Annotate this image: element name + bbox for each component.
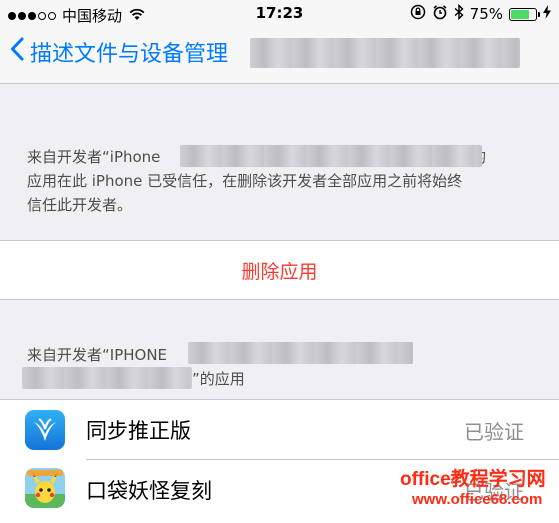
delete-apps-label: 删除应用: [241, 260, 318, 283]
redacted-developer-id-2: [188, 342, 413, 364]
watermark-title: office教程学习网: [400, 469, 546, 490]
redacted-title: [250, 38, 520, 68]
list-item[interactable]: 同步推正版 已验证: [0, 400, 559, 460]
app-status: 已验证: [464, 419, 524, 444]
redacted-developer-id-3: [22, 367, 192, 389]
orientation-lock-icon: [410, 4, 426, 24]
watermark: office教程学习网 www.office68.com: [400, 470, 546, 510]
trusted-line-2: 应用在此 iPhone 已受信任，在删除该开发者全部应用之前将始终: [27, 172, 463, 190]
delete-apps-button[interactable]: 删除应用: [0, 240, 559, 300]
charging-icon: [543, 5, 551, 23]
alarm-icon: [432, 4, 448, 24]
watermark-url: www.office68.com: [412, 491, 543, 508]
battery-icon: [509, 7, 540, 21]
app-name: 同步推正版: [86, 419, 191, 443]
battery-level: [511, 9, 529, 19]
redacted-developer-id: [180, 145, 482, 167]
chevron-left-icon: [10, 37, 24, 67]
tongbutui-app-icon: [25, 410, 65, 450]
trusted-line-3: 信任此开发者。: [27, 196, 133, 214]
battery-percentage: 75%: [469, 5, 503, 23]
status-right: 75%: [410, 3, 551, 24]
pokemon-app-icon: [25, 468, 65, 508]
bluetooth-icon: [454, 3, 464, 24]
status-bar: 中国移动 17:23 75%: [0, 0, 559, 26]
navigation-bar: 描述文件与设备管理: [0, 26, 559, 84]
app-name: 口袋妖怪复刻: [86, 479, 212, 503]
back-button[interactable]: 描述文件与设备管理: [10, 36, 228, 68]
back-button-label: 描述文件与设备管理: [30, 42, 229, 67]
list-separator: [86, 459, 559, 460]
